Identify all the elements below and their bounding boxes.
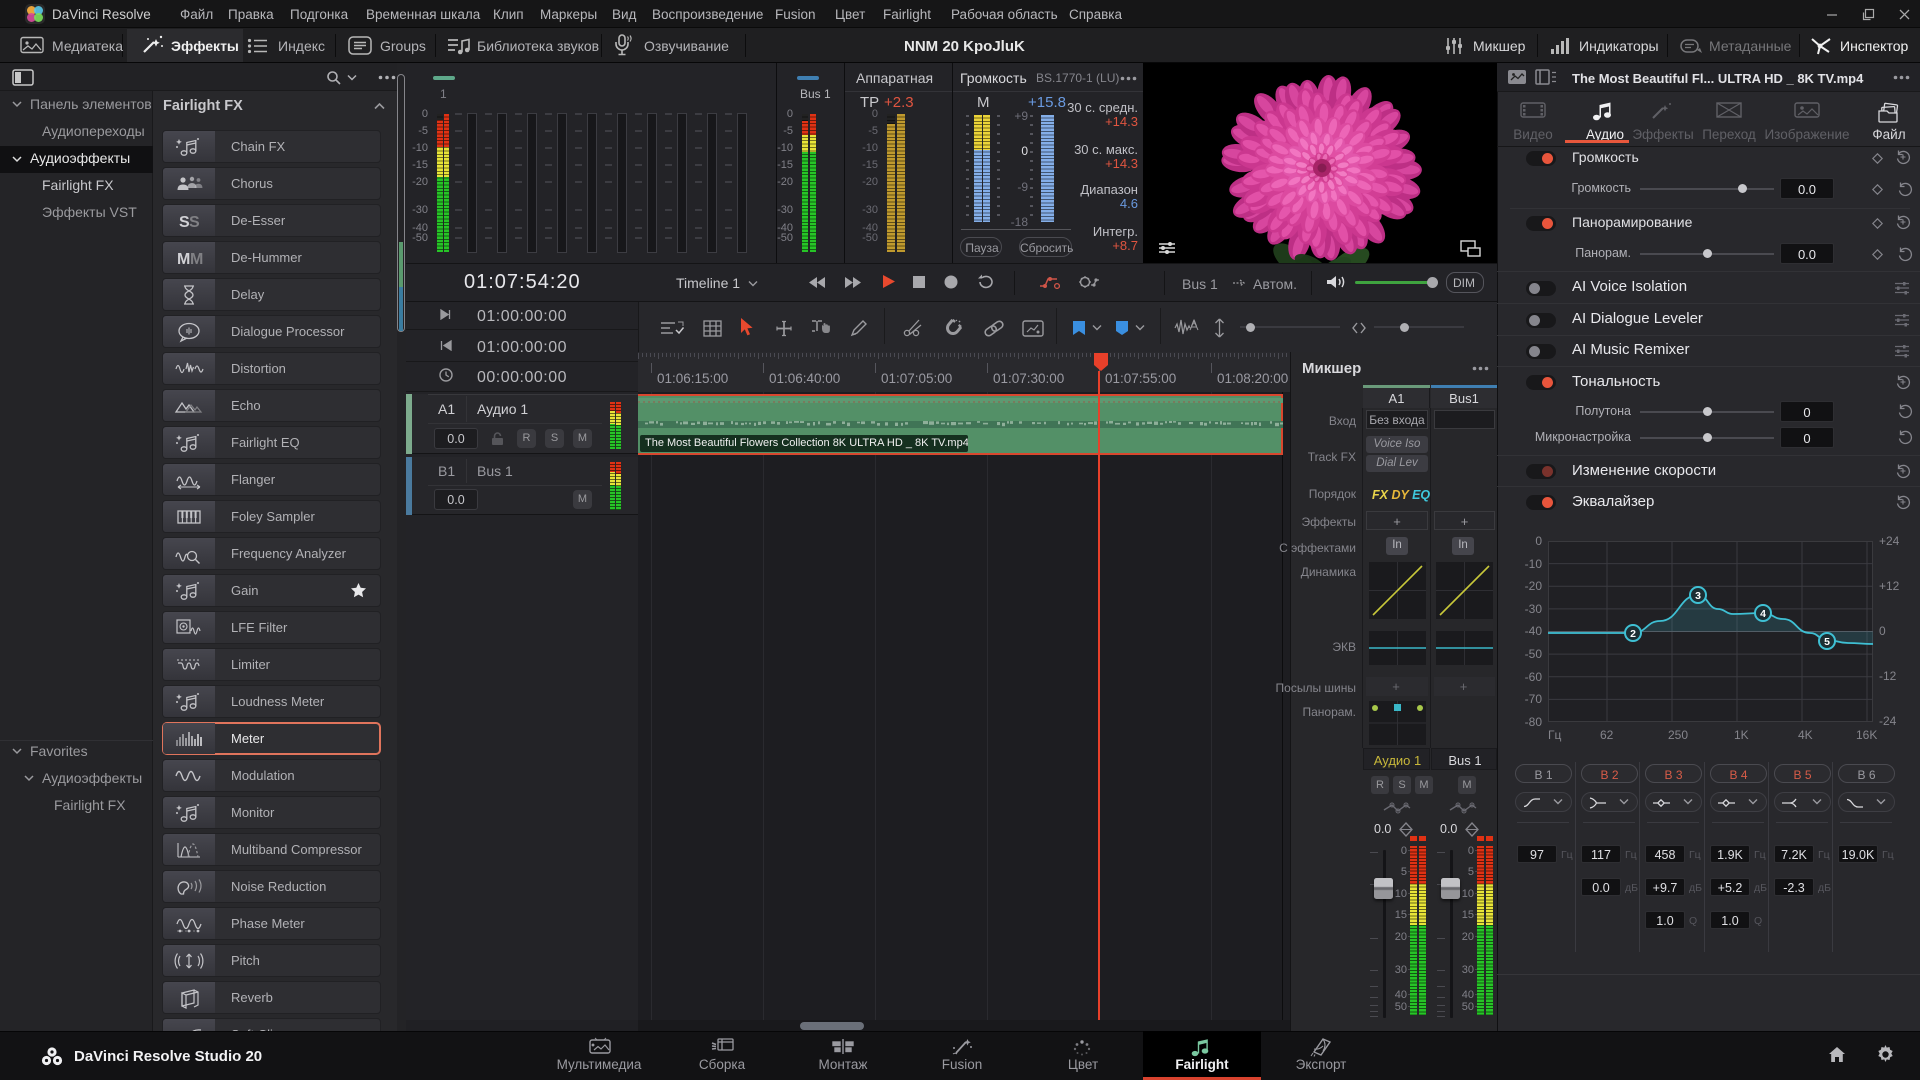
svg-text:M: M <box>190 251 203 268</box>
svg-text:M: M <box>177 251 190 268</box>
svg-text:S: S <box>189 214 200 231</box>
